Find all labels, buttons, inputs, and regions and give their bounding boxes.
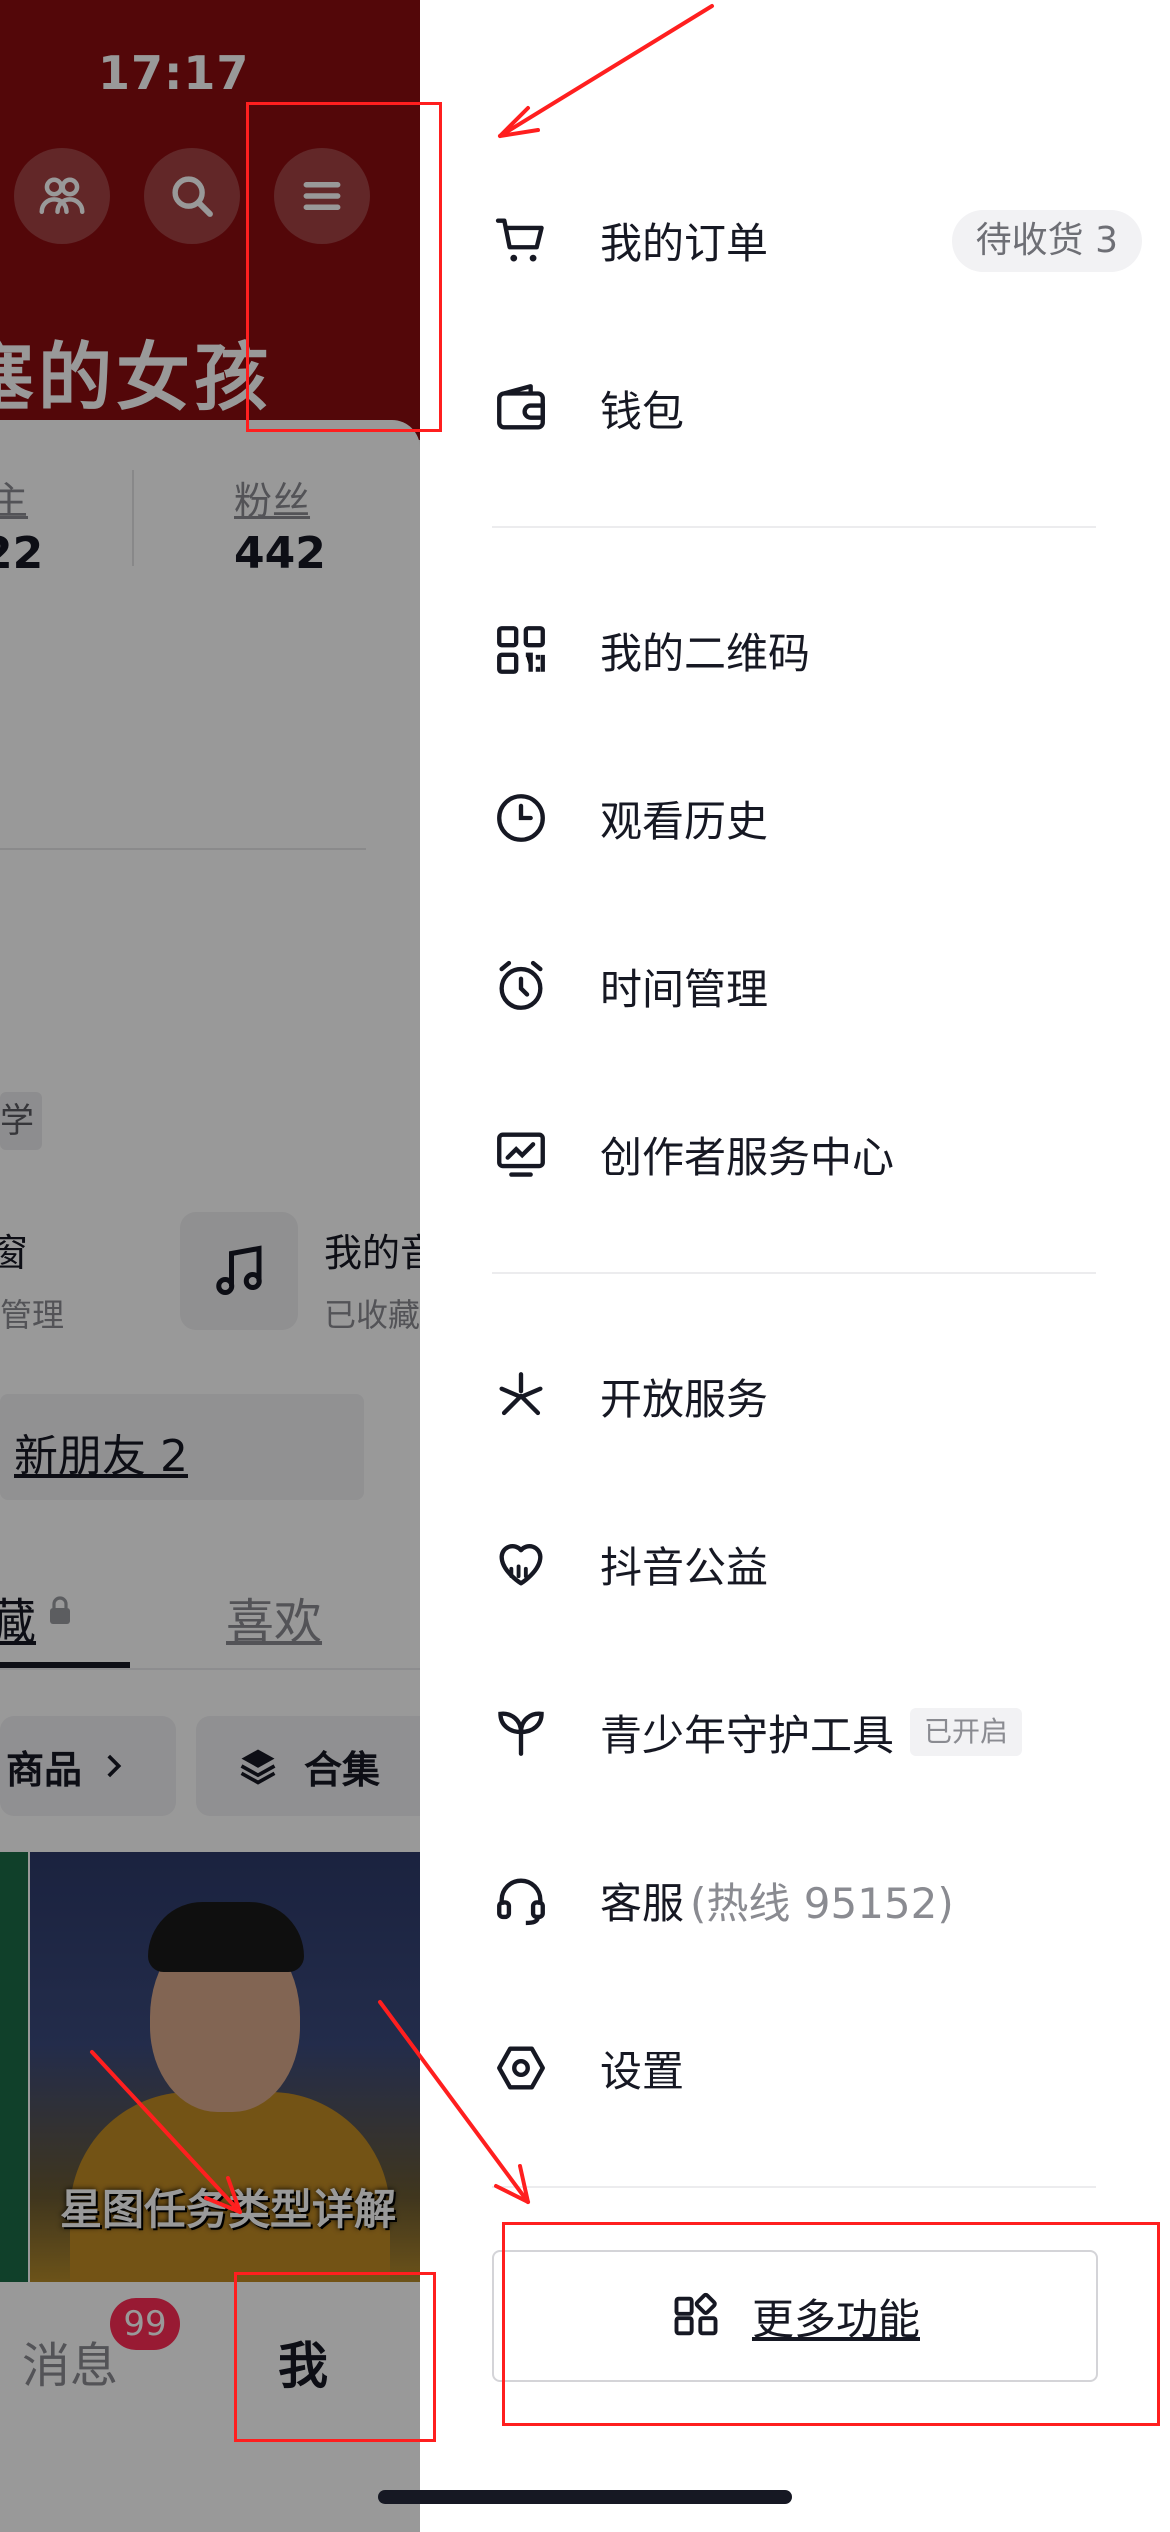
menu-item-settings[interactable]: 设置 [492, 2018, 1132, 2118]
home-indicator [378, 2490, 792, 2504]
menu-item-creator-center[interactable]: 创作者服务中心 [492, 1104, 1132, 1204]
annotation-box [502, 2222, 1160, 2426]
menu-item-wallet[interactable]: 钱包 [492, 358, 1132, 458]
menu-item-charity[interactable]: 抖音公益 [492, 1514, 1132, 1614]
menu-item-open-services[interactable]: 开放服务 [492, 1346, 1132, 1446]
headset-icon [492, 1871, 550, 1929]
menu-item-label: 我的订单 [600, 218, 769, 268]
settings-hexagon-icon [492, 2039, 550, 2097]
menu-divider [492, 2186, 1096, 2188]
menu-item-label: 钱包 [600, 386, 685, 436]
open-service-icon [492, 1367, 550, 1425]
menu-item-customer-service[interactable]: 客服 (热线 95152) [492, 1850, 1132, 1950]
menu-item-label: 观看历史 [600, 796, 769, 846]
menu-item-label: 开放服务 [600, 1374, 769, 1424]
enabled-tag: 已开启 [910, 1708, 1023, 1756]
annotation-box [234, 2272, 436, 2442]
wallet-icon [492, 379, 550, 437]
menu-divider [492, 1272, 1096, 1274]
pending-delivery-badge: 待收货 3 [951, 210, 1142, 272]
menu-item-label: 我的二维码 [600, 628, 811, 678]
menu-item-label: 设置 [600, 2046, 685, 2096]
menu-item-time-management[interactable]: 时间管理 [492, 936, 1132, 1036]
alarm-icon [492, 957, 550, 1015]
creator-chart-icon [492, 1125, 550, 1183]
menu-divider [492, 526, 1096, 528]
menu-item-label: 创作者服务中心 [600, 1132, 895, 1182]
menu-item-teen-protection[interactable]: 青少年守护工具 已开启 [492, 1682, 1132, 1782]
hotline-text: (热线 95152) [690, 1878, 954, 1928]
menu-item-watch-history[interactable]: 观看历史 [492, 768, 1132, 868]
annotation-box [246, 102, 442, 432]
sprout-icon [492, 1703, 550, 1761]
qrcode-icon [492, 621, 550, 679]
menu-item-label: 青少年守护工具 [600, 1710, 895, 1760]
menu-item-qrcode[interactable]: 我的二维码 [492, 600, 1132, 700]
menu-item-label: 抖音公益 [600, 1542, 769, 1592]
cart-icon [492, 211, 550, 269]
menu-item-orders[interactable]: 我的订单 待收货 3 [492, 190, 1142, 290]
charity-heart-icon [492, 1535, 550, 1593]
clock-icon [492, 789, 550, 847]
side-drawer: 我的订单 待收货 3 钱包 我的二维码 观看历史 时间管理 创作者服务中心 开放… [420, 0, 1170, 2532]
menu-item-label: 客服 [600, 1878, 685, 1928]
menu-item-label: 时间管理 [600, 964, 769, 1014]
